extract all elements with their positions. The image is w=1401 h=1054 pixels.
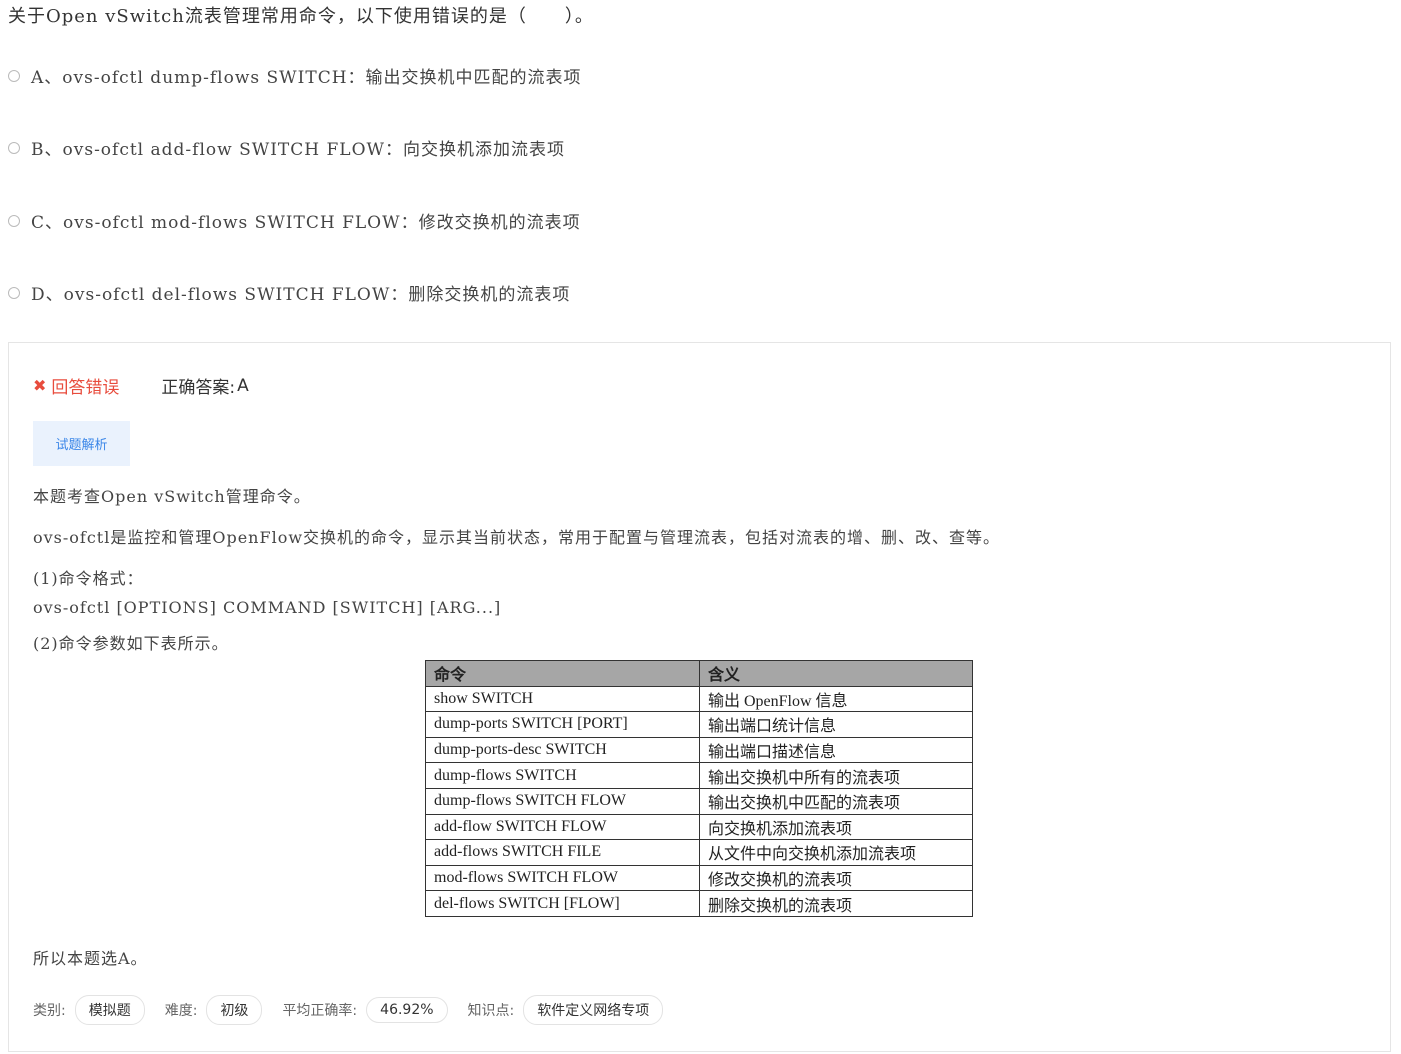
table-header: 命令 (425, 660, 700, 687)
accuracy-label: 平均正确率: (282, 1003, 358, 1019)
table-cell: 删除交换机的流表项 (699, 890, 973, 917)
table-row: dump-ports SWITCH [PORT] 输出端口统计信息 (425, 711, 973, 738)
explanation-paragraph: 本题考查Open vSwitch管理命令。 (33, 487, 311, 506)
table-cell: show SWITCH (425, 685, 700, 713)
knowledge-tag[interactable]: 软件定义网络专项 (523, 995, 664, 1025)
difficulty-label: 难度: (164, 1003, 198, 1019)
table-cell: 输出端口统计信息 (699, 711, 973, 738)
table-cell: del-flows SWITCH [FLOW] (425, 890, 700, 917)
radio-icon[interactable] (8, 141, 20, 154)
table-cell: mod-flows SWITCH FLOW (425, 864, 700, 892)
option-text: ovs-ofctl dump-flows SWITCH：输出交换机中匹配的流表项 (62, 68, 582, 88)
table-header: 含义 (699, 660, 973, 687)
wrong-status-label: 回答错误 (51, 378, 120, 398)
command-format: ovs-ofctl [OPTIONS] COMMAND [SWITCH] [AR… (33, 598, 502, 617)
radio-icon[interactable] (8, 286, 20, 299)
question-text: 关于Open vSwitch流表管理常用命令，以下使用错误的是（ ）。 (8, 6, 594, 27)
option-text: ovs-ofctl del-flows SWITCH FLOW：删除交换机的流表… (63, 285, 571, 305)
table-row: add-flows SWITCH FILE 从文件中向交换机添加流表项 (425, 839, 973, 866)
wrong-status: ✖ 回答错误 (33, 373, 119, 398)
answer-panel: ✖ 回答错误 正确答案: A 试题解析 本题考查Open vSwitch管理命令… (8, 342, 1391, 1052)
result-row: ✖ 回答错误 正确答案: A (33, 373, 249, 399)
table-cell: dump-flows SWITCH (425, 762, 700, 789)
table-cell: dump-flows SWITCH FLOW (425, 787, 700, 815)
accuracy-tag: 46.92% (366, 997, 448, 1023)
difficulty-tag: 初级 (206, 995, 263, 1025)
table-row: del-flows SWITCH [FLOW] 删除交换机的流表项 (425, 890, 973, 917)
table-cell: dump-ports SWITCH [PORT] (425, 711, 700, 738)
table-row: dump-flows SWITCH FLOW 输出交换机中匹配的流表项 (425, 787, 973, 815)
table-cell: 输出端口描述信息 (699, 736, 973, 764)
close-icon: ✖ (33, 376, 47, 395)
correct-answer-value: A (237, 375, 249, 396)
option-c[interactable]: C、 ovs-ofctl mod-flows SWITCH FLOW：修改交换机… (8, 208, 581, 233)
command-table: 命令 含义 show SWITCH 输出 OpenFlow 信息 dump-por… (425, 660, 973, 917)
option-letter: D、 (31, 285, 64, 305)
table-row: show SWITCH 输出 OpenFlow 信息 (425, 685, 973, 713)
radio-icon[interactable] (8, 214, 20, 227)
table-cell: dump-ports-desc SWITCH (425, 736, 700, 764)
option-b[interactable]: B、 ovs-ofctl add-flow SWITCH FLOW：向交换机添加… (8, 135, 565, 160)
category-label: 类别: (33, 1003, 66, 1019)
table-cell: add-flow SWITCH FLOW (425, 813, 700, 841)
conclusion-text: 所以本题选A。 (33, 949, 148, 968)
category-tag: 模拟题 (74, 995, 145, 1025)
table-cell: 输出交换机中所有的流表项 (699, 762, 973, 789)
explanation-paragraph: (1)命令格式： (33, 569, 144, 588)
table-cell: 输出 OpenFlow 信息 (699, 685, 973, 713)
table-cell: add-flows SWITCH FILE (425, 839, 700, 866)
knowledge-label: 知识点: (467, 1003, 515, 1019)
option-letter: A、 (31, 68, 63, 88)
table-cell: 向交换机添加流表项 (699, 813, 973, 841)
option-text: ovs-ofctl mod-flows SWITCH FLOW：修改交换机的流表… (63, 213, 581, 233)
option-text: ovs-ofctl add-flow SWITCH FLOW：向交换机添加流表项 (62, 140, 565, 160)
option-letter: C、 (31, 213, 64, 233)
table-header-row: 命令 含义 (425, 660, 973, 687)
radio-icon[interactable] (8, 69, 20, 82)
table-cell: 修改交换机的流表项 (699, 864, 973, 892)
option-a[interactable]: A、 ovs-ofctl dump-flows SWITCH：输出交换机中匹配的… (8, 63, 582, 88)
option-d[interactable]: D、 ovs-ofctl del-flows SWITCH FLOW：删除交换机… (8, 280, 570, 305)
question-meta: 类别: 模拟题 难度: 初级 平均正确率: 46.92% 知识点: 软件定义网络… (33, 995, 683, 1025)
table-cell: 输出交换机中匹配的流表项 (699, 787, 973, 815)
table-row: dump-ports-desc SWITCH 输出端口描述信息 (425, 736, 973, 764)
explanation-paragraph: ovs-ofctl是监控和管理OpenFlow交换机的命令，显示其当前状态，常用… (33, 528, 1001, 547)
table-row: add-flow SWITCH FLOW 向交换机添加流表项 (425, 813, 973, 841)
correct-answer-label: 正确答案: (161, 378, 236, 398)
option-letter: B、 (31, 140, 63, 160)
table-cell: 从文件中向交换机添加流表项 (699, 839, 973, 866)
table-row: mod-flows SWITCH FLOW 修改交换机的流表项 (425, 864, 973, 892)
explanation-paragraph: (2)命令参数如下表所示。 (33, 634, 229, 653)
table-row: dump-flows SWITCH 输出交换机中所有的流表项 (425, 762, 973, 789)
analysis-button[interactable]: 试题解析 (33, 421, 130, 466)
